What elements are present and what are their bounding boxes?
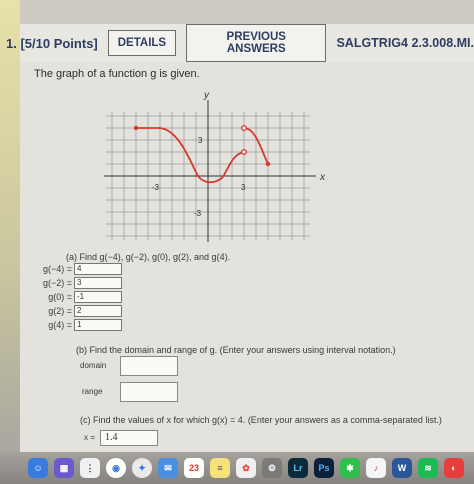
answer-row-g-4: g(4) = 1 bbox=[24, 319, 122, 331]
y-axis-label: y bbox=[203, 90, 210, 101]
safari-icon[interactable]: ✦ bbox=[132, 458, 152, 478]
y-tick-neg3: -3 bbox=[194, 209, 202, 218]
answer-input-g-2[interactable]: 2 bbox=[74, 305, 122, 317]
function-graph: x y -3 3 3 -3 bbox=[104, 90, 326, 242]
part-b-instruction: (b) Find the domain and range of g. (Ent… bbox=[76, 345, 396, 355]
question-panel: The graph of a function g is given. x y … bbox=[20, 62, 474, 452]
answer-input-g-0[interactable]: -1 bbox=[74, 291, 122, 303]
x-tick-pos3: 3 bbox=[241, 183, 246, 192]
browser-side-strip bbox=[0, 0, 20, 452]
part-a-instruction: (a) Find g(−4), g(−2), g(0), g(2), and g… bbox=[66, 252, 231, 262]
x-tick-neg3: -3 bbox=[152, 183, 160, 192]
domain-input[interactable] bbox=[120, 356, 178, 376]
answer-label: g(0) = bbox=[48, 292, 72, 302]
calendar-icon[interactable]: 23 bbox=[184, 458, 204, 478]
answer-row-g-2: g(2) = 2 bbox=[24, 305, 122, 317]
answer-input-g-4[interactable]: 1 bbox=[74, 319, 122, 331]
open-endpoint-middle bbox=[241, 148, 248, 155]
x-values-input[interactable]: 1.4 bbox=[100, 430, 158, 446]
open-endpoint-top bbox=[241, 124, 248, 131]
answer-label: g(4) = bbox=[48, 320, 72, 330]
closed-endpoint-left bbox=[133, 125, 139, 131]
range-label: range bbox=[82, 387, 103, 396]
lightroom-icon[interactable]: Lr bbox=[288, 458, 308, 478]
messages-icon[interactable]: ✱ bbox=[340, 458, 360, 478]
notes-icon[interactable]: ≡ bbox=[210, 458, 230, 478]
answer-input-g-neg2[interactable]: 3 bbox=[74, 277, 122, 289]
question-header: 1. [5/10 Points] DETAILS PREVIOUS ANSWER… bbox=[6, 24, 474, 62]
answer-label: g(−4) = bbox=[42, 264, 72, 274]
part-c-instruction: (c) Find the values of x for which g(x) … bbox=[80, 415, 442, 425]
answer-row-g-neg2: g(−2) = 3 bbox=[24, 277, 122, 289]
macos-dock: ☺ ▦ ⋮ ◉ ✦ ✉ 23 ≡ ✿ ⚙ Lr Ps ✱ ♪ W ≋ ◐ bbox=[0, 452, 474, 484]
question-number: 1. [5/10 Points] bbox=[6, 35, 98, 51]
closed-endpoint-right bbox=[265, 161, 271, 167]
mail-icon[interactable]: ✉ bbox=[158, 458, 178, 478]
domain-label: domain bbox=[80, 361, 107, 370]
settings-gear-icon[interactable]: ⚙ bbox=[262, 458, 282, 478]
answer-row-g-0: g(0) = -1 bbox=[24, 291, 122, 303]
x-axis-label: x bbox=[319, 172, 326, 183]
app-red-icon[interactable]: ◐ bbox=[444, 458, 464, 478]
launchpad-icon[interactable]: ▦ bbox=[54, 458, 74, 478]
answer-label: g(−2) = bbox=[42, 278, 72, 288]
photoshop-icon[interactable]: Ps bbox=[314, 458, 334, 478]
previous-answers-button[interactable]: PREVIOUS ANSWERS bbox=[186, 24, 327, 62]
question-prompt: The graph of a function g is given. bbox=[34, 68, 200, 80]
photos-icon[interactable]: ✿ bbox=[236, 458, 256, 478]
spotify-icon[interactable]: ≋ bbox=[418, 458, 438, 478]
answer-input-g-neg4[interactable]: 4 bbox=[74, 263, 122, 275]
answer-label: g(2) = bbox=[48, 306, 72, 316]
question-code: SALGTRIG4 2.3.008.MI. bbox=[336, 36, 474, 50]
chrome-icon[interactable]: ◉ bbox=[106, 458, 126, 478]
graph-curve-left bbox=[136, 127, 245, 184]
app-grid-icon[interactable]: ⋮ bbox=[80, 458, 100, 478]
details-button[interactable]: DETAILS bbox=[107, 30, 177, 56]
word-icon[interactable]: W bbox=[392, 458, 412, 478]
y-tick-pos3: 3 bbox=[198, 136, 203, 145]
range-input[interactable] bbox=[120, 382, 178, 402]
x-equals-label: x = bbox=[84, 433, 95, 442]
music-icon[interactable]: ♪ bbox=[366, 458, 386, 478]
finder-icon[interactable]: ☺ bbox=[28, 458, 48, 478]
answer-row-g-neg4: g(−4) = 4 bbox=[24, 263, 122, 275]
